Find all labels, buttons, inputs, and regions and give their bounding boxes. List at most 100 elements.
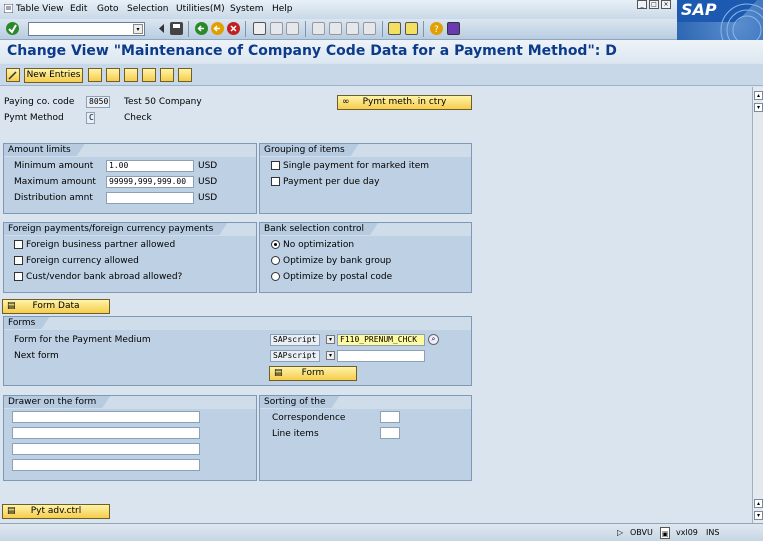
help-icon[interactable]: ? [430,22,443,35]
minimize-icon[interactable]: _ [637,0,647,9]
menu-table-view[interactable]: Table View [16,4,64,14]
foreign-currency-label: Foreign currency allowed [26,256,139,266]
prev-page-icon[interactable] [329,22,342,35]
dist-amount-field[interactable] [106,192,194,204]
find-next-icon[interactable] [286,22,299,35]
next-form-field[interactable] [337,350,425,362]
sorting-title: Sorting of the [260,396,340,408]
back-icon[interactable] [195,22,208,35]
close-icon[interactable]: × [661,0,671,9]
new-session-icon[interactable] [388,22,401,35]
per-due-day-checkbox[interactable] [271,177,280,186]
paying-cc-field[interactable]: 8050 [86,96,110,108]
bank-abroad-checkbox[interactable] [14,272,23,281]
menu-icon[interactable] [3,3,14,16]
exit-icon[interactable] [211,22,224,35]
pymt-method-field[interactable]: C [86,112,95,124]
line-items-field[interactable] [380,427,400,439]
menu-system[interactable]: System [230,4,264,14]
foreign-bp-checkbox[interactable] [14,240,23,249]
next-page-icon[interactable] [346,22,359,35]
find-icon[interactable] [270,22,283,35]
scroll-down-icon[interactable]: ▾ [754,511,763,520]
drawer-line-2[interactable] [12,427,200,439]
drawer-line-4[interactable] [12,459,200,471]
paying-cc-label: Paying co. code [4,97,75,107]
pm-form-label: Form for the Payment Medium [14,335,151,345]
next-form-type[interactable]: SAPscript [270,350,320,362]
save-icon[interactable] [170,22,183,35]
foreign-payments-title: Foreign payments/foreign currency paymen… [4,223,227,235]
menu-utilities[interactable]: Utilities(M) [176,4,225,14]
scroll-page-down-icon[interactable]: ▴ [754,499,763,508]
pymt-method-label: Pymt Method [4,113,64,123]
drawer-line-1[interactable] [12,411,200,423]
bank-group-radio[interactable] [271,256,280,265]
last-page-icon[interactable] [363,22,376,35]
form-button[interactable]: ▤ Form [269,366,357,381]
sap-logo-text: SAP [681,0,717,19]
correspondence-field[interactable] [380,411,400,423]
scroll-up-icon[interactable]: ▴ [754,91,763,100]
vertical-scrollbar[interactable]: ▴ ▾ ▴ ▾ [752,87,763,523]
drawer-line-3[interactable] [12,443,200,455]
layout-icon[interactable] [447,22,460,35]
per-due-day-label: Payment per due day [283,177,380,187]
undo-icon[interactable] [124,68,138,82]
pymt-meth-ctry-label: Pymt meth. in ctry [362,97,447,107]
glasses-icon: ∞ [342,97,350,107]
maximize-icon[interactable]: □ [649,0,659,9]
cancel-icon[interactable] [227,22,240,35]
insert-mode: INS [706,528,720,537]
sap-logo: SAP [677,0,763,40]
chevron-down-icon[interactable]: ▾ [326,335,335,344]
select-all-icon[interactable] [142,68,156,82]
postal-code-radio[interactable] [271,272,280,281]
chevron-down-icon[interactable]: ▾ [326,351,335,360]
first-page-icon[interactable] [312,22,325,35]
chevron-down-icon[interactable]: ▾ [133,24,143,34]
foreign-currency-checkbox[interactable] [14,256,23,265]
window-controls: _ □ × [637,0,671,9]
check-icon[interactable] [6,22,19,35]
copy-icon[interactable] [88,68,102,82]
triangle-left-icon[interactable] [155,22,168,35]
drawer-title: Drawer on the form [4,396,110,408]
min-amount-field[interactable]: 1.00 [106,160,194,172]
pyt-adv-ctrl-button[interactable]: ▤ Pyt adv.ctrl [2,504,110,519]
single-payment-checkbox[interactable] [271,161,280,170]
form-icon: ▤ [274,368,283,378]
pm-form-field[interactable]: F110_PRENUM_CHCK [337,334,425,346]
max-amount-field[interactable]: 99999,999,999.00 [106,176,194,188]
min-amount-label: Minimum amount [14,161,94,171]
deselect-all-icon[interactable] [178,68,192,82]
display-change-icon[interactable] [6,68,20,82]
menu-goto[interactable]: Goto [97,4,119,14]
menu-edit[interactable]: Edit [70,4,87,14]
print-icon[interactable] [253,22,266,35]
pymt-meth-ctry-button[interactable]: ∞ Pymt meth. in ctry [337,95,472,110]
menu-help[interactable]: Help [272,4,293,14]
bank-group-label: Optimize by bank group [283,256,392,266]
form-data-button[interactable]: ▤ Form Data [2,299,110,314]
drawer-group: Drawer on the form [3,395,257,481]
search-help-icon[interactable]: ⌕ [428,334,439,345]
correspondence-label: Correspondence [272,413,346,423]
command-field[interactable]: ▾ [28,22,145,36]
no-optimization-radio[interactable] [271,240,280,249]
paying-cc-text: Test 50 Company [124,97,202,107]
menu-selection[interactable]: Selection [127,4,168,14]
play-icon[interactable]: ▷ [617,527,623,539]
form-icon: ▤ [7,506,16,516]
shortcut-icon[interactable] [405,22,418,35]
scroll-page-up-icon[interactable]: ▾ [754,103,763,112]
select-block-icon[interactable] [160,68,174,82]
bank-selection-title: Bank selection control [260,223,378,235]
pm-form-type[interactable]: SAPscript [270,334,320,346]
pymt-method-text: Check [124,113,152,123]
work-area: Paying co. code 8050 Test 50 Company Pym… [0,87,752,523]
server-icon[interactable]: ▣ [660,527,670,539]
form-data-label: Form Data [32,301,80,311]
delete-icon[interactable] [106,68,120,82]
new-entries-button[interactable]: New Entries [24,68,83,83]
